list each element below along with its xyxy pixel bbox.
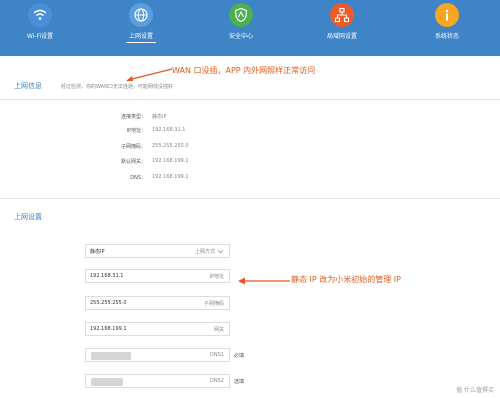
redacted-value — [91, 378, 123, 386]
annotation-arrow-2 — [238, 277, 290, 285]
field-hint: 网关 — [213, 327, 224, 333]
dns2-field[interactable]: DNS2 — [85, 374, 230, 388]
info-label: 子网掩码： — [120, 144, 146, 150]
wan-status-note: 经过检测，你的WAN口无法连通，可能网线没插好 — [61, 84, 173, 90]
info-row-gateway: 默认网关： 192.168.199.1 — [0, 158, 500, 172]
watermark: 值 什么值得买 — [456, 387, 494, 394]
nav-label: 安全中心 — [228, 33, 253, 40]
gateway-field[interactable]: 192.168.199.1 网关 — [85, 322, 230, 336]
select-hint: 上网方式 — [194, 249, 215, 255]
field-value: 192.168.31.1 — [90, 273, 124, 279]
divider — [0, 198, 500, 199]
top-nav: Wi-Fi设置 上网设置 安全中心 局域网设置 系统状态 — [0, 0, 500, 56]
chevron-down-icon — [217, 249, 224, 254]
subnet-mask-field[interactable]: 255.255.255.0 子网掩码 — [85, 296, 230, 310]
info-row-mask: 子网掩码： 255.255.255.0 — [0, 143, 500, 157]
info-value: 192.168.31.1 — [152, 127, 186, 133]
optional-label: 选填 — [234, 379, 245, 385]
ip-address-field[interactable]: 192.168.31.1 IP地址 — [85, 269, 230, 283]
info-value: 192.168.199.1 — [152, 158, 189, 164]
shield-icon — [229, 3, 253, 27]
info-label: 连接类型： — [120, 114, 146, 120]
nav-label: 局域网设置 — [326, 33, 357, 40]
annotation-arrow-1 — [126, 68, 173, 81]
field-hint: DNS2 — [210, 378, 224, 384]
info-value: 255.255.255.0 — [152, 143, 189, 149]
info-section-title: 上网信息 — [14, 82, 42, 90]
info-label: IP地址： — [126, 128, 147, 134]
nav-item-wifi[interactable]: Wi-Fi设置 — [5, 0, 75, 56]
globe-icon — [129, 3, 153, 27]
nav-item-lan[interactable]: 局域网设置 — [307, 0, 377, 56]
info-icon — [435, 3, 459, 27]
nav-item-status[interactable]: 系统状态 — [412, 0, 482, 56]
nav-item-internet[interactable]: 上网设置 — [106, 0, 176, 56]
annotation-static-ip: 静态 IP 改为小米初始的管理 IP — [291, 275, 401, 284]
select-value: 静态IP — [90, 249, 105, 255]
annotation-wan: WAN 口没插，APP 内外网照样正常访问 — [172, 66, 316, 75]
required-label: 必填 — [234, 353, 245, 359]
dns1-field[interactable]: DNS1 — [85, 348, 230, 362]
wifi-icon — [28, 3, 52, 27]
redacted-value — [91, 352, 131, 360]
field-value: 192.168.199.1 — [90, 326, 127, 332]
field-hint: IP地址 — [209, 274, 225, 280]
info-value: 静态IP — [152, 114, 167, 120]
divider — [0, 99, 500, 100]
nav-label: Wi-Fi设置 — [26, 33, 54, 40]
info-label: DNS： — [130, 175, 146, 181]
info-label: 默认网关： — [120, 159, 146, 165]
field-hint: DNS1 — [210, 352, 224, 358]
active-indicator — [126, 42, 156, 43]
network-icon — [330, 3, 354, 27]
info-value: 192.168.199.1 — [152, 174, 189, 180]
nav-label: 上网设置 — [128, 33, 153, 40]
field-hint: 子网掩码 — [203, 301, 224, 307]
nav-label: 系统状态 — [434, 33, 459, 40]
field-value: 255.255.255.0 — [90, 300, 127, 306]
settings-section-title: 上网设置 — [14, 213, 42, 221]
info-row-dns: DNS： 192.168.199.1 — [0, 174, 500, 188]
nav-item-security[interactable]: 安全中心 — [206, 0, 276, 56]
connection-type-select[interactable]: 静态IP 上网方式 — [85, 244, 230, 258]
info-row-ip: IP地址： 192.168.31.1 — [0, 127, 500, 141]
info-row-type: 连接类型： 静态IP — [0, 113, 500, 127]
